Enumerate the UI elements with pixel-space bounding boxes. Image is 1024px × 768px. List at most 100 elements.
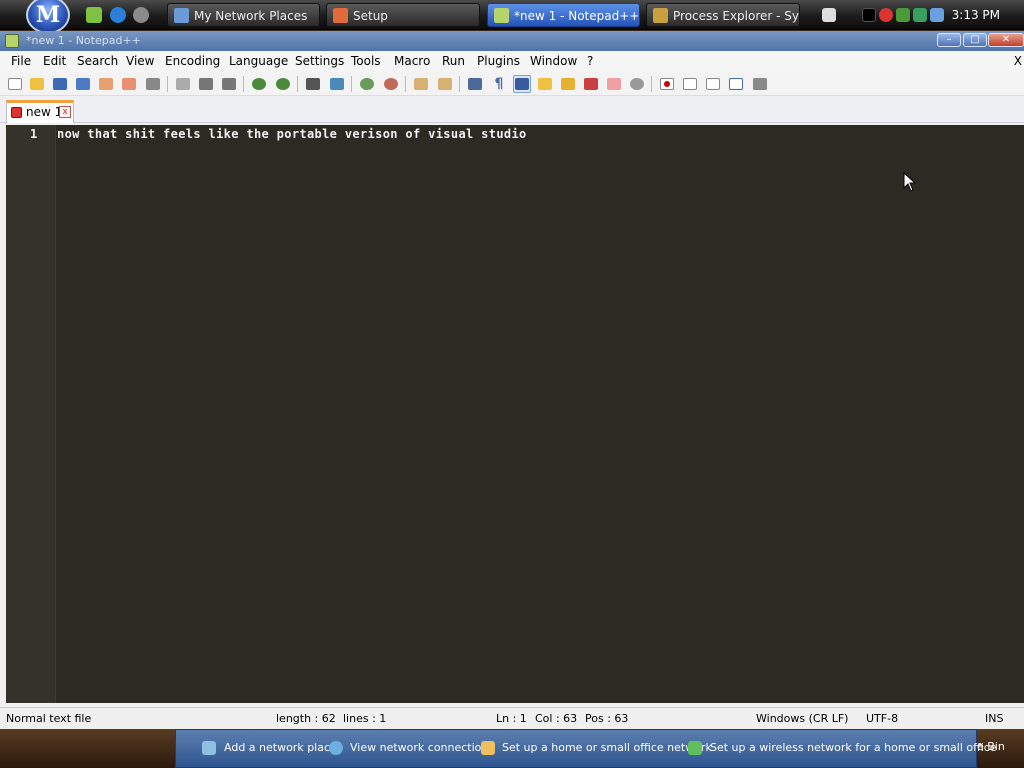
- doc-map-icon[interactable]: [559, 75, 577, 93]
- taskbar: M My Network Places Setup *new 1 - Notep…: [0, 0, 1024, 34]
- show-desktop-icon[interactable]: [86, 7, 102, 23]
- help-icon[interactable]: [822, 8, 836, 22]
- status-file-type: Normal text file: [6, 712, 92, 725]
- notepadpp-window: *new 1 - Notepad++ – □ ✕ File Edit Searc…: [0, 31, 1024, 729]
- menu-plugins[interactable]: Plugins: [477, 54, 520, 68]
- menu-language[interactable]: Language: [229, 54, 288, 68]
- media-icon[interactable]: [133, 7, 149, 23]
- system-tray: 3:13 PM: [812, 0, 1024, 30]
- status-encoding[interactable]: UTF-8: [866, 712, 898, 725]
- internet-explorer-icon[interactable]: [110, 7, 126, 23]
- record-macro-icon[interactable]: [658, 75, 676, 93]
- menu-view[interactable]: View: [126, 54, 154, 68]
- menu-window[interactable]: Window: [530, 54, 577, 68]
- zoom-in-icon[interactable]: [358, 75, 376, 93]
- mouse-cursor-icon: [903, 172, 917, 192]
- title-bar[interactable]: *new 1 - Notepad++ – □ ✕: [0, 31, 1024, 51]
- maximize-button[interactable]: □: [963, 33, 987, 47]
- save-icon[interactable]: [51, 75, 69, 93]
- editor[interactable]: 1 now that shit feels like the portable …: [6, 125, 1024, 703]
- menu-search[interactable]: Search: [77, 54, 118, 68]
- update-icon[interactable]: [896, 8, 910, 22]
- minimize-button[interactable]: –: [937, 33, 961, 47]
- stop-macro-icon[interactable]: [681, 75, 699, 93]
- start-button[interactable]: M: [26, 0, 70, 34]
- monitor-icon[interactable]: [628, 75, 646, 93]
- sync-horizontal-icon[interactable]: [436, 75, 454, 93]
- menu-run[interactable]: Run: [442, 54, 465, 68]
- open-file-icon[interactable]: [28, 75, 46, 93]
- status-bar: Normal text file length : 62 lines : 1 L…: [0, 707, 1024, 729]
- close-all-icon[interactable]: [120, 75, 138, 93]
- task-setup-wireless-network[interactable]: Set up a wireless network for a home or …: [710, 741, 997, 754]
- unsaved-file-icon: [11, 107, 22, 118]
- copy-icon[interactable]: [197, 75, 215, 93]
- process-explorer-icon: [653, 8, 668, 23]
- taskbar-button-network-places[interactable]: My Network Places: [167, 3, 320, 27]
- taskbar-button-setup[interactable]: Setup: [326, 3, 480, 27]
- taskbar-button-label: My Network Places: [194, 9, 308, 23]
- indent-guide-icon[interactable]: [513, 75, 531, 93]
- status-length: length : 62: [276, 712, 336, 725]
- undo-icon[interactable]: [250, 75, 268, 93]
- security-icon[interactable]: [879, 8, 893, 22]
- clock[interactable]: 3:13 PM: [952, 8, 1000, 22]
- network-places-icon: [174, 8, 189, 23]
- zoom-out-icon[interactable]: [382, 75, 400, 93]
- status-ln: Ln : 1: [496, 712, 527, 725]
- status-pos: Pos : 63: [585, 712, 629, 725]
- menu-macro[interactable]: Macro: [394, 54, 430, 68]
- taskbar-button-label: *new 1 - Notepad++: [514, 9, 640, 23]
- sync-vertical-icon[interactable]: [412, 75, 430, 93]
- home-network-icon: [481, 741, 495, 755]
- console-icon[interactable]: [862, 8, 876, 22]
- print-icon[interactable]: [144, 75, 162, 93]
- taskbar-button-process-explorer[interactable]: Process Explorer - Sys...: [646, 3, 800, 27]
- word-wrap-icon[interactable]: [466, 75, 484, 93]
- menu-help[interactable]: ?: [587, 54, 593, 68]
- folder-icon[interactable]: [536, 75, 554, 93]
- status-eol[interactable]: Windows (CR LF): [756, 712, 848, 725]
- menu-file[interactable]: File: [11, 54, 31, 68]
- folder-workspace-icon[interactable]: [605, 75, 623, 93]
- menu-encoding[interactable]: Encoding: [165, 54, 220, 68]
- taskbar-button-notepadpp[interactable]: *new 1 - Notepad++: [487, 3, 640, 27]
- toolbar: ¶: [0, 72, 1024, 96]
- find-icon[interactable]: [304, 75, 322, 93]
- new-file-icon[interactable]: [6, 75, 24, 93]
- status-insert-mode[interactable]: INS: [985, 712, 1003, 725]
- menu-settings[interactable]: Settings: [295, 54, 344, 68]
- show-all-chars-icon[interactable]: ¶: [490, 75, 508, 93]
- cut-icon[interactable]: [174, 75, 192, 93]
- play-macro-icon[interactable]: [704, 75, 722, 93]
- menu-edit[interactable]: Edit: [43, 54, 66, 68]
- add-network-place-icon: [202, 741, 216, 755]
- status-col: Col : 63: [535, 712, 578, 725]
- run-macro-multiple-icon[interactable]: [727, 75, 745, 93]
- network-tray-icon[interactable]: [930, 8, 944, 22]
- task-view-network-connections[interactable]: View network connections: [350, 741, 494, 754]
- save-all-icon[interactable]: [74, 75, 92, 93]
- tab-close-button[interactable]: x: [59, 106, 71, 118]
- task-add-network-place[interactable]: Add a network place: [224, 741, 337, 754]
- menu-tools[interactable]: Tools: [351, 54, 381, 68]
- menu-bar: File Edit Search View Encoding Language …: [0, 51, 1024, 72]
- text-line[interactable]: now that shit feels like the portable ve…: [57, 127, 527, 141]
- redo-icon[interactable]: [274, 75, 292, 93]
- tab-bar: new 1 x: [0, 97, 1024, 123]
- network-tasks-bar: Add a network place View network connect…: [175, 729, 997, 768]
- close-button[interactable]: ✕: [988, 33, 1024, 47]
- tab-new-1[interactable]: new 1 x: [6, 100, 74, 123]
- recycle-bin-label[interactable]: e Bin: [977, 740, 1005, 753]
- task-setup-home-network[interactable]: Set up a home or small office network: [502, 741, 712, 754]
- replace-icon[interactable]: [328, 75, 346, 93]
- close-icon[interactable]: [97, 75, 115, 93]
- tab-label: new 1: [26, 105, 63, 119]
- function-list-icon[interactable]: [582, 75, 600, 93]
- close-document-button[interactable]: X: [1014, 54, 1022, 68]
- taskbar-button-label: Setup: [353, 9, 388, 23]
- taskbar-button-label: Process Explorer - Sys...: [673, 9, 799, 23]
- paste-icon[interactable]: [220, 75, 238, 93]
- save-macro-icon[interactable]: [751, 75, 769, 93]
- s-app-icon[interactable]: [913, 8, 927, 22]
